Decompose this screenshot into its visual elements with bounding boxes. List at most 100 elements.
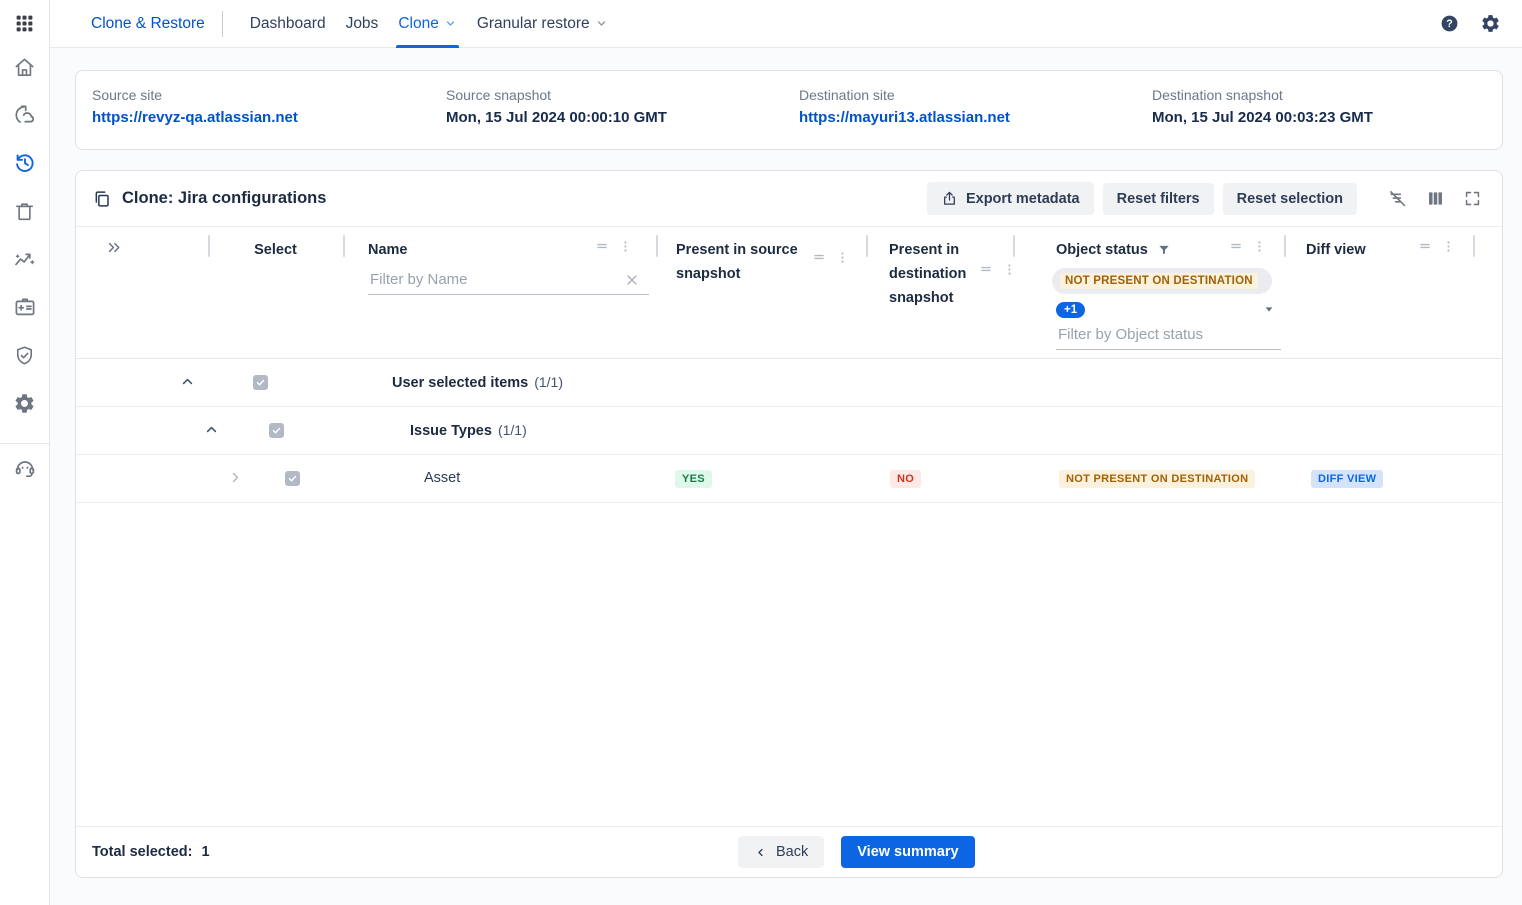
check-icon [271,425,282,436]
column-menu-icon[interactable] [835,250,850,265]
expand-icon [1463,189,1482,208]
cloud-restore-icon [13,103,37,127]
fullscreen-button[interactable] [1459,185,1486,212]
destination-snapshot-block: Destination snapshot Mon, 15 Jul 2024 00… [1152,87,1502,149]
drag-handle-icon[interactable] [1228,238,1244,254]
drag-handle-icon[interactable] [978,261,994,277]
destination-site-link[interactable]: https://mayuri13.atlassian.net [799,109,1152,126]
nav-item-jobs[interactable]: Jobs [336,0,389,48]
snapshot-info-bar: Source site https://revyz-qa.atlassian.n… [75,70,1503,150]
row-checkbox[interactable] [285,471,300,486]
sidebar-item-settings[interactable] [0,379,50,427]
expand-row-icon[interactable] [227,469,244,486]
group-name: Issue Types [410,423,492,439]
manage-columns-button[interactable] [1421,184,1450,213]
drag-handle-icon[interactable] [811,249,827,265]
empty-table-area [76,503,1502,826]
nav-item-clone[interactable]: Clone [388,0,467,48]
column-menu-icon[interactable] [1441,239,1456,254]
table-row-issue-types[interactable]: Issue Types(1/1) [76,407,1502,455]
name-filter-input[interactable] [368,267,649,295]
destination-site-block: Destination site https://mayuri13.atlass… [799,87,1152,149]
table-row-asset[interactable]: Asset YES NO NOT PRESENT ON DESTINATION … [76,455,1502,503]
double-chevron-right-icon [106,239,123,256]
column-header-diff: Diff view [1306,238,1366,262]
drag-handle-icon[interactable] [594,238,610,254]
help-button[interactable] [1440,14,1459,33]
column-resize-handle[interactable] [1473,235,1475,257]
column-resize-handle[interactable] [1013,235,1015,257]
drag-handle-icon[interactable] [1417,238,1433,254]
nav-item-granular-restore[interactable]: Granular restore [467,0,618,48]
left-sidebar [0,0,50,905]
trash-icon [13,200,36,223]
columns-icon [1425,188,1446,209]
collapse-row-icon[interactable] [203,421,220,438]
column-resize-handle[interactable] [1284,235,1286,257]
chevron-left-icon [754,846,767,859]
sidebar-item-analytics[interactable] [0,235,50,283]
column-resize-handle[interactable] [866,235,868,257]
source-snapshot-value: Mon, 15 Jul 2024 00:00:10 GMT [446,109,799,126]
sidebar-item-home[interactable] [0,43,50,91]
column-resize-handle[interactable] [656,235,658,257]
column-header-source: Present in source snapshot [676,238,802,286]
clear-filters-button[interactable] [1383,184,1412,213]
gear-icon [13,392,36,415]
clone-configurations-panel: Clone: Jira configurations Export metada… [75,170,1503,878]
status-filter-chip[interactable]: NOT PRESENT ON DESTINATION [1052,268,1272,294]
column-menu-icon[interactable] [1252,239,1267,254]
sidebar-item-support[interactable] [0,444,50,492]
column-header-destination: Present in destination snapshot [889,238,977,310]
source-site-block: Source site https://revyz-qa.atlassian.n… [92,87,446,149]
app-switcher-icon[interactable] [14,13,35,34]
destination-site-label: Destination site [799,87,1152,103]
object-status-badge: NOT PRESENT ON DESTINATION [1059,470,1255,488]
support-headset-icon [13,456,37,480]
group-count: (1/1) [534,374,563,390]
status-filter-input[interactable] [1056,322,1281,350]
source-site-label: Source site [92,87,446,103]
sidebar-item-backup-history[interactable] [0,139,50,187]
destination-snapshot-value: Mon, 15 Jul 2024 00:03:23 GMT [1152,109,1502,126]
total-selected-label: Total selected: [92,844,192,860]
collapse-row-icon[interactable] [179,373,196,390]
expand-all-button[interactable] [106,239,123,257]
export-metadata-button[interactable]: Export metadata [927,182,1094,215]
source-snapshot-block: Source snapshot Mon, 15 Jul 2024 00:00:1… [446,87,799,149]
column-menu-icon[interactable] [618,239,633,254]
diff-view-button[interactable]: DIFF VIEW [1311,470,1383,488]
help-icon [1440,14,1459,33]
status-filter-more-badge[interactable]: +1 [1056,302,1085,318]
filter-off-icon [1387,188,1408,209]
gear-icon [1480,13,1501,34]
nav-item-dashboard[interactable]: Dashboard [240,0,336,48]
present-in-source-badge: YES [675,470,712,488]
view-summary-button[interactable]: View summary [841,836,974,868]
home-icon [13,56,36,79]
column-resize-handle[interactable] [343,235,345,257]
top-navigation-bar: Clone & Restore Dashboard Jobs Clone Gra… [50,0,1522,48]
sidebar-item-asset-card[interactable] [0,283,50,331]
source-site-link[interactable]: https://revyz-qa.atlassian.net [92,109,446,126]
reset-filters-button[interactable]: Reset filters [1103,183,1214,215]
settings-button[interactable] [1480,13,1501,34]
reset-selection-button[interactable]: Reset selection [1223,183,1357,215]
sidebar-item-cloud-restore[interactable] [0,91,50,139]
sidebar-item-trash[interactable] [0,187,50,235]
row-checkbox[interactable] [269,423,284,438]
clear-name-filter-icon[interactable] [624,271,640,289]
status-filter-caret-icon[interactable] [1261,300,1277,318]
row-checkbox[interactable] [253,375,268,390]
sidebar-item-shield[interactable] [0,331,50,379]
back-button[interactable]: Back [738,836,824,868]
check-icon [255,377,266,388]
brand-link[interactable]: Clone & Restore [91,15,205,33]
table-row-user-selected-items[interactable]: User selected items(1/1) [76,359,1502,407]
total-selected-value: 1 [201,844,209,860]
analytics-icon [13,247,37,271]
table-header: Select Name Present in source snapshot P… [76,227,1502,359]
source-snapshot-label: Source snapshot [446,87,799,103]
asset-card-icon [13,295,37,319]
column-menu-icon[interactable] [1002,262,1017,277]
